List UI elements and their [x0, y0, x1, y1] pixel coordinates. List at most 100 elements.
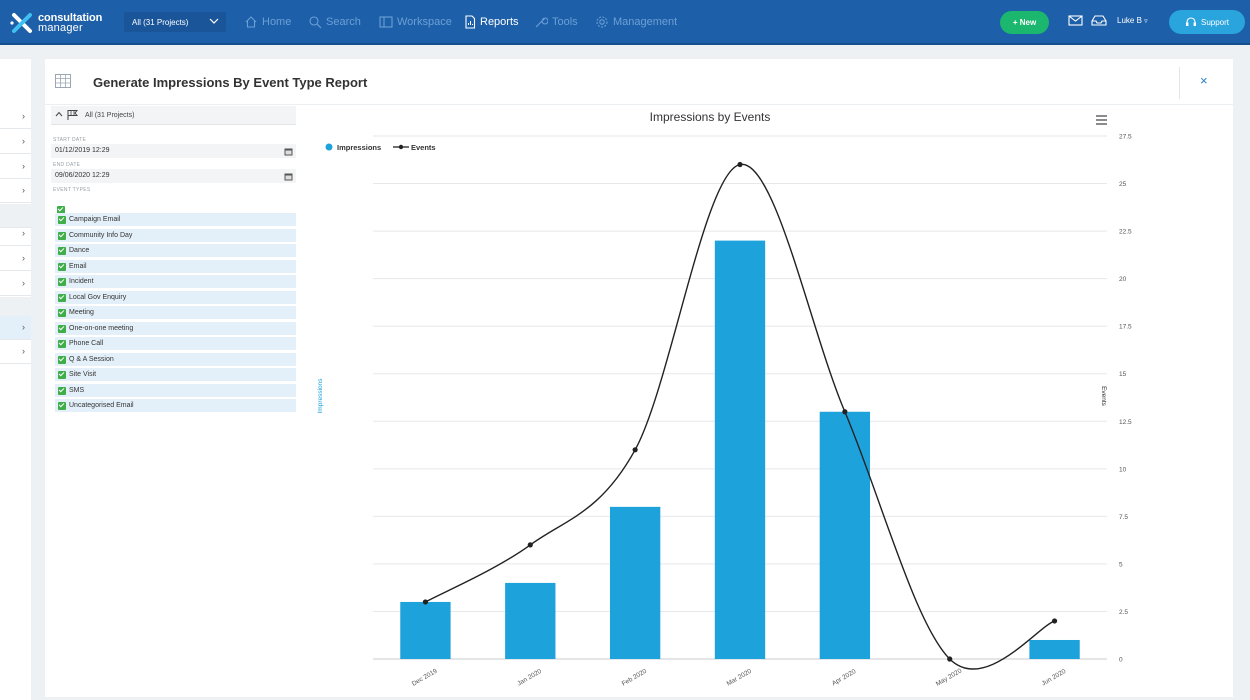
checkbox[interactable]	[58, 371, 66, 381]
nav-tools[interactable]: Tools	[534, 13, 578, 31]
logo-text-line2: manager	[38, 22, 83, 34]
event-type-label: Local Gov Enquiry	[69, 293, 127, 301]
rail-item[interactable]: ›	[0, 247, 31, 271]
event-type-label: Phone Call	[69, 340, 104, 347]
event-type-label: Q & A Session	[69, 355, 114, 363]
chevron-up-icon[interactable]	[55, 111, 63, 119]
events-point[interactable]	[737, 161, 743, 168]
nav-reports[interactable]: Reports	[464, 13, 519, 31]
calendar-icon[interactable]	[284, 172, 293, 183]
nav-search-label: Search	[326, 16, 361, 28]
rail-item[interactable]: ›	[0, 340, 31, 364]
nav-search[interactable]: Search	[308, 13, 361, 31]
close-icon[interactable]: ×	[1200, 73, 1208, 88]
x-tick-label: May 2020	[935, 667, 964, 688]
checkbox[interactable]	[58, 278, 66, 288]
checkbox[interactable]	[58, 402, 66, 412]
x-tick-label: Jun 2020	[1040, 668, 1067, 688]
events-point[interactable]	[842, 409, 848, 415]
calendar-icon[interactable]	[284, 147, 293, 158]
chevron-down-icon: ▿	[1144, 18, 1148, 25]
event-type-label: Uncategorised Email	[69, 402, 134, 409]
rail-item[interactable]: ›	[0, 272, 31, 296]
rail-item[interactable]: ›	[0, 155, 31, 179]
project-scope-header[interactable]: All (31 Projects)	[51, 106, 296, 125]
nav-tools-label: Tools	[552, 16, 578, 28]
event-type-item[interactable]: Phone Call	[55, 337, 296, 351]
x-tick-label: Apr 2020	[831, 668, 858, 687]
home-icon	[245, 16, 257, 28]
impressions-bar[interactable]	[609, 506, 661, 659]
chart-legend: Impressions Events	[325, 143, 436, 152]
impressions-bar[interactable]	[819, 411, 871, 659]
top-navigation-bar: consultation manager All (31 Projects) H…	[0, 0, 1250, 45]
chevron-down-icon	[208, 15, 220, 29]
rail-item[interactable]: ›	[0, 222, 31, 246]
rail-item[interactable]: ›	[0, 130, 31, 154]
checkbox[interactable]	[58, 355, 66, 366]
chart-canvas: 0 2.5 5 7.5 10 12.5 15 17.5 20 22.5 25 27.5 Dec 201…	[317, 110, 1132, 688]
legend-item-events[interactable]: Events	[393, 143, 436, 152]
rail-item[interactable]: ›	[0, 105, 31, 129]
project-select[interactable]: All (31 Projects)	[124, 12, 226, 32]
nav-home[interactable]: Home	[244, 13, 291, 31]
events-point[interactable]	[632, 447, 638, 453]
mail-icon[interactable]	[1068, 14, 1083, 32]
checkbox[interactable]	[58, 309, 66, 319]
impressions-bar[interactable]	[400, 601, 451, 659]
checkbox[interactable]	[58, 293, 66, 304]
event-type-item[interactable]: Campaign Email	[55, 213, 296, 227]
event-type-item[interactable]: Incident	[55, 275, 296, 289]
checkbox[interactable]	[58, 340, 66, 350]
y-tick-label: 27.5	[1119, 134, 1132, 141]
inbox-icon[interactable]	[1091, 14, 1107, 32]
search-icon	[309, 16, 322, 29]
project-select-value: All (31 Projects)	[132, 17, 189, 27]
event-type-item[interactable]: Dance	[55, 244, 296, 258]
x-tick-label: Jan 2020	[516, 668, 543, 688]
impressions-bar[interactable]	[1029, 639, 1080, 659]
reports-icon	[465, 15, 476, 29]
event-type-item[interactable]: Q & A Session	[55, 352, 296, 367]
events-point[interactable]	[422, 599, 429, 605]
chevron-right-icon: ›	[22, 346, 25, 356]
event-type-item[interactable]: Local Gov Enquiry	[55, 290, 296, 305]
divider	[1179, 67, 1180, 99]
rail-item-selected[interactable]: ›	[0, 316, 31, 340]
events-point[interactable]	[527, 542, 533, 548]
event-type-item[interactable]: Uncategorised Email	[55, 399, 296, 413]
event-type-item[interactable]: Meeting	[55, 306, 296, 320]
events-point[interactable]	[947, 656, 953, 662]
nav-management[interactable]: Management	[595, 13, 677, 31]
tools-icon	[535, 17, 548, 28]
user-menu[interactable]: Luke B ▿	[1117, 16, 1148, 25]
checkbox[interactable]	[58, 216, 66, 226]
panel-header: Generate Impressions By Event Type Repor…	[45, 59, 1233, 105]
nav-workspace[interactable]: Workspace	[379, 13, 452, 31]
event-type-item[interactable]: Community Info Day	[55, 228, 296, 243]
event-type-item[interactable]: Email	[55, 259, 296, 274]
legend-item-impressions[interactable]: Impressions	[325, 143, 382, 152]
rail-item[interactable]: ›	[0, 179, 31, 203]
checkbox[interactable]	[58, 247, 66, 257]
start-date-field[interactable]: 01/12/2019 12:29	[51, 144, 296, 158]
support-button[interactable]: Support	[1169, 10, 1245, 34]
event-type-item[interactable]: One-on-one meeting	[55, 321, 296, 336]
app-logo[interactable]: consultation manager	[10, 8, 102, 38]
event-type-item[interactable]: SMS	[55, 383, 296, 398]
checkbox[interactable]	[58, 231, 66, 242]
checkbox[interactable]	[58, 386, 66, 397]
support-label: Support	[1200, 17, 1230, 27]
impressions-bar[interactable]	[714, 240, 766, 659]
event-type-item[interactable]: Site Visit	[55, 368, 296, 382]
checkbox[interactable]	[58, 324, 66, 335]
impressions-bar[interactable]	[505, 582, 556, 659]
end-date-field[interactable]: 09/06/2020 12:29	[51, 169, 296, 183]
chart-menu-icon[interactable]	[1096, 115, 1107, 125]
legend-label: Impressions	[337, 143, 381, 152]
new-button[interactable]: + New	[1000, 11, 1049, 34]
gear-icon	[596, 16, 608, 28]
end-date-label: END DATE	[53, 162, 81, 168]
checkbox[interactable]	[58, 262, 66, 273]
events-point[interactable]	[1051, 618, 1058, 624]
